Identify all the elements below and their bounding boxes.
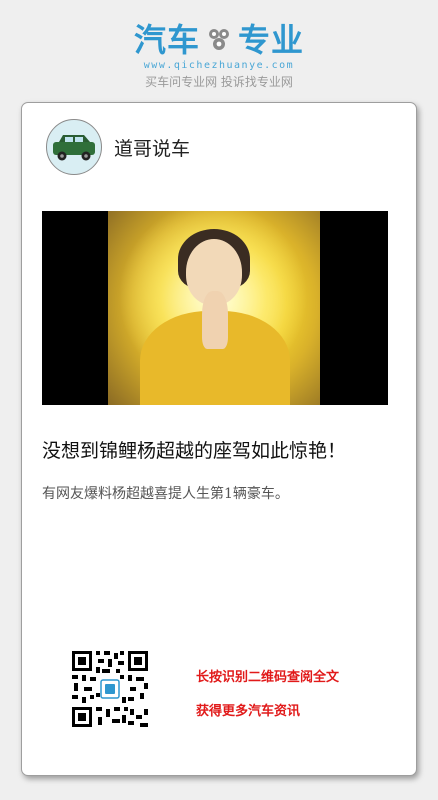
qr-code[interactable]	[70, 649, 150, 729]
author-avatar[interactable]	[46, 119, 102, 175]
brand-logo-right: 专业	[238, 21, 305, 59]
article-title[interactable]: 没想到锦鲤杨超越的座驾如此惊艳！	[42, 437, 402, 465]
cta-line-1: 长按识别二维码查阅全文	[196, 670, 340, 685]
brand-url: www.qichezhuanye.com	[143, 60, 295, 71]
qr-call-to-action: 长按识别二维码查阅全文 获得更多汽车资讯	[196, 661, 339, 729]
brand-tagline: 买车问专业网 投诉找专业网	[145, 75, 293, 89]
car-avatar-icon	[53, 135, 95, 161]
video-thumbnail[interactable]	[108, 211, 320, 405]
gear-icon	[209, 29, 229, 50]
cta-line-2: 获得更多汽车资讯	[196, 704, 301, 719]
author-name[interactable]: 道哥说车	[114, 134, 190, 161]
article-summary: 有网友爆料杨超越喜提人生第1辆豪车。	[42, 486, 289, 502]
brand-header: 汽车 专业 www.qichezhuanye.com 买车问专业网 投诉找专业网	[0, 18, 438, 90]
share-card: 道哥说车 没想到锦鲤杨超越的座驾如此惊艳！ 有网友爆料杨超越喜提人生第1辆豪车。	[21, 102, 417, 776]
author-info[interactable]: 道哥说车	[46, 119, 190, 175]
brand-logo: 汽车 专业	[0, 18, 438, 62]
thumbnail-figure-hands	[202, 291, 228, 349]
brand-logo-left: 汽车	[133, 21, 200, 59]
video-player[interactable]	[42, 211, 388, 405]
